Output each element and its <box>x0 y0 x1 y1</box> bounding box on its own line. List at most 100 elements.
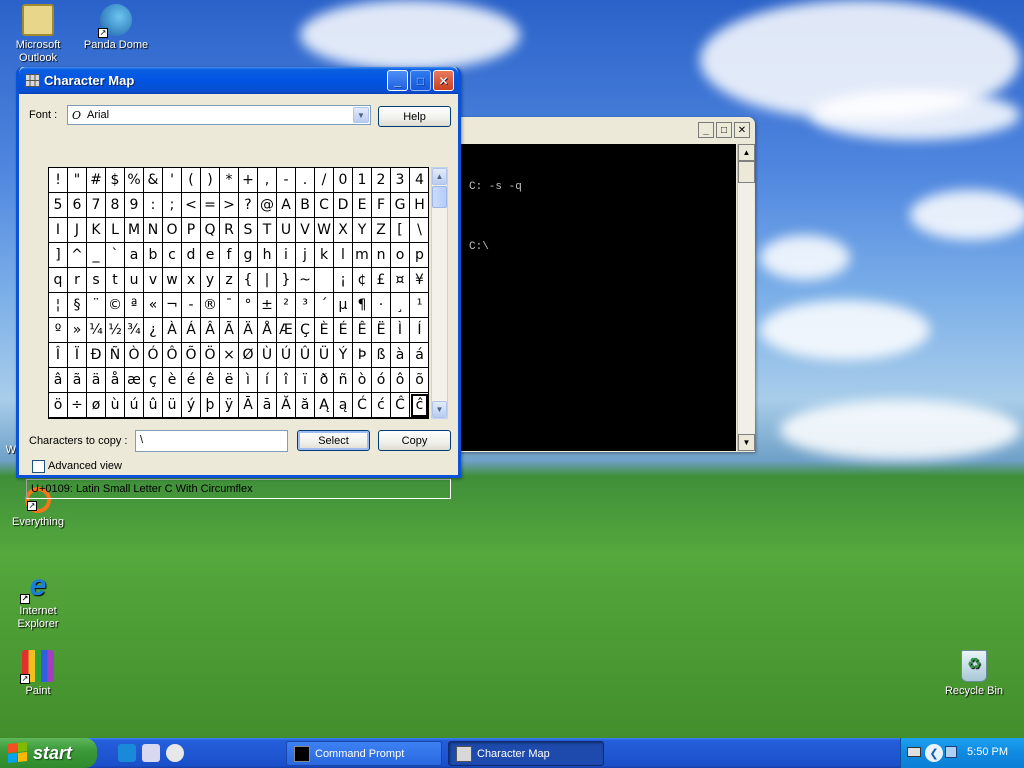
character-cell[interactable]: F <box>372 193 391 218</box>
character-cell[interactable]: ½ <box>106 318 125 343</box>
character-cell[interactable]: # <box>87 168 106 193</box>
character-cell[interactable]: à <box>391 343 410 368</box>
character-cell[interactable]: ë <box>220 368 239 393</box>
character-cell[interactable]: ¾ <box>125 318 144 343</box>
character-cell[interactable]: y <box>201 268 220 293</box>
character-cell[interactable]: ( <box>182 168 201 193</box>
character-cell[interactable]: V <box>296 218 315 243</box>
character-grid-scrollbar[interactable]: ▲ ▼ <box>431 167 448 419</box>
character-cell[interactable]: K <box>87 218 106 243</box>
character-cell[interactable]: 2 <box>372 168 391 193</box>
font-dropdown[interactable]: O Arial ▼ <box>67 105 371 125</box>
internet-explorer-quicklaunch-icon[interactable] <box>118 744 136 762</box>
character-cell[interactable]: Ç <box>296 318 315 343</box>
keyboard-tray-icon[interactable] <box>907 747 921 757</box>
command-prompt-titlebar[interactable]: _ □ ✕ <box>441 117 754 143</box>
character-cell[interactable]: ú <box>125 393 144 418</box>
character-cell[interactable]: ò <box>353 368 372 393</box>
character-cell[interactable]: & <box>144 168 163 193</box>
character-cell[interactable]: » <box>68 318 87 343</box>
character-cell[interactable]: × <box>220 343 239 368</box>
character-cell[interactable]: Ú <box>277 343 296 368</box>
character-cell[interactable]: À <box>163 318 182 343</box>
character-cell[interactable]: Ù <box>258 343 277 368</box>
character-cell[interactable]: i <box>277 243 296 268</box>
character-cell[interactable]: è <box>163 368 182 393</box>
character-cell[interactable]: Ā <box>239 393 258 418</box>
character-cell[interactable]: Æ <box>277 318 296 343</box>
character-cell[interactable]: ] <box>49 243 68 268</box>
taskbar-item-command-prompt[interactable]: Command Prompt <box>286 741 442 766</box>
character-cell[interactable]: / <box>315 168 334 193</box>
character-cell[interactable]: ^ <box>68 243 87 268</box>
character-cell[interactable]: î <box>277 368 296 393</box>
character-cell[interactable]: @ <box>258 193 277 218</box>
character-cell[interactable]: J <box>68 218 87 243</box>
character-cell[interactable]: ð <box>315 368 334 393</box>
character-cell[interactable]: õ <box>410 368 429 393</box>
character-cell[interactable]: ß <box>372 343 391 368</box>
character-cell[interactable]: È <box>315 318 334 343</box>
character-cell[interactable]: ` <box>106 243 125 268</box>
character-cell[interactable]: % <box>125 168 144 193</box>
character-cell[interactable]: é <box>182 368 201 393</box>
character-cell[interactable]: Ë <box>372 318 391 343</box>
character-cell[interactable]: r <box>68 268 87 293</box>
character-cell[interactable]: Ò <box>125 343 144 368</box>
character-cell[interactable]: Ê <box>353 318 372 343</box>
scroll-thumb[interactable] <box>738 161 755 183</box>
character-cell[interactable]: ¨ <box>87 293 106 318</box>
character-cell[interactable]: £ <box>372 268 391 293</box>
character-cell[interactable]: ą <box>334 393 353 418</box>
character-cell[interactable]: Â <box>201 318 220 343</box>
character-cell[interactable]: P <box>182 218 201 243</box>
character-cell[interactable]: Z <box>372 218 391 243</box>
character-cell[interactable]: Ì <box>391 318 410 343</box>
character-cell[interactable]: ć <box>372 393 391 418</box>
character-cell[interactable]: ' <box>163 168 182 193</box>
character-cell[interactable]: Õ <box>182 343 201 368</box>
minimize-button[interactable]: _ <box>698 122 714 138</box>
character-cell[interactable]: © <box>106 293 125 318</box>
character-cell[interactable]: | <box>258 268 277 293</box>
console-scrollbar[interactable]: ▲ ▼ <box>737 144 755 451</box>
character-cell[interactable]: 5 <box>49 193 68 218</box>
character-cell[interactable]: M <box>125 218 144 243</box>
character-cell[interactable]: I <box>49 218 68 243</box>
character-cell[interactable]: H <box>410 193 429 218</box>
character-cell[interactable]: - <box>277 168 296 193</box>
character-cell[interactable]: z <box>220 268 239 293</box>
character-cell[interactable]: º <box>49 318 68 343</box>
character-cell[interactable]: q <box>49 268 68 293</box>
character-cell[interactable]: v <box>144 268 163 293</box>
start-button[interactable]: start <box>0 738 97 768</box>
character-cell[interactable]: Ï <box>68 343 87 368</box>
character-cell[interactable]: ù <box>106 393 125 418</box>
character-cell[interactable]: ó <box>372 368 391 393</box>
desktop-icon-recycle-bin[interactable]: ♻ Recycle Bin <box>936 650 1012 698</box>
scroll-thumb[interactable] <box>432 186 447 208</box>
media-player-quicklaunch-icon[interactable] <box>166 744 184 762</box>
show-hidden-icons-button[interactable]: ❮ <box>925 744 943 762</box>
character-cell[interactable]: ì <box>239 368 258 393</box>
character-cell[interactable]: ? <box>239 193 258 218</box>
character-cell[interactable]: ¢ <box>353 268 372 293</box>
character-cell[interactable]: Ą <box>315 393 334 418</box>
character-cell[interactable]: t <box>106 268 125 293</box>
character-cell[interactable]: Á <box>182 318 201 343</box>
character-cell[interactable]: C <box>315 193 334 218</box>
character-cell[interactable]: x <box>182 268 201 293</box>
character-cell[interactable]: B <box>296 193 315 218</box>
character-cell-selected[interactable]: ĉ <box>410 393 429 418</box>
character-cell[interactable]: * <box>220 168 239 193</box>
scroll-down-button[interactable]: ▼ <box>432 401 447 418</box>
select-button[interactable]: Select <box>297 430 370 451</box>
character-cell[interactable]: Ĉ <box>391 393 410 418</box>
character-cell[interactable]: D <box>334 193 353 218</box>
scroll-up-button[interactable]: ▲ <box>432 168 447 185</box>
scroll-up-button[interactable]: ▲ <box>738 144 755 161</box>
character-cell[interactable]: j <box>296 243 315 268</box>
character-cell[interactable]: 9 <box>125 193 144 218</box>
character-cell[interactable]: ³ <box>296 293 315 318</box>
character-cell[interactable]: ± <box>258 293 277 318</box>
